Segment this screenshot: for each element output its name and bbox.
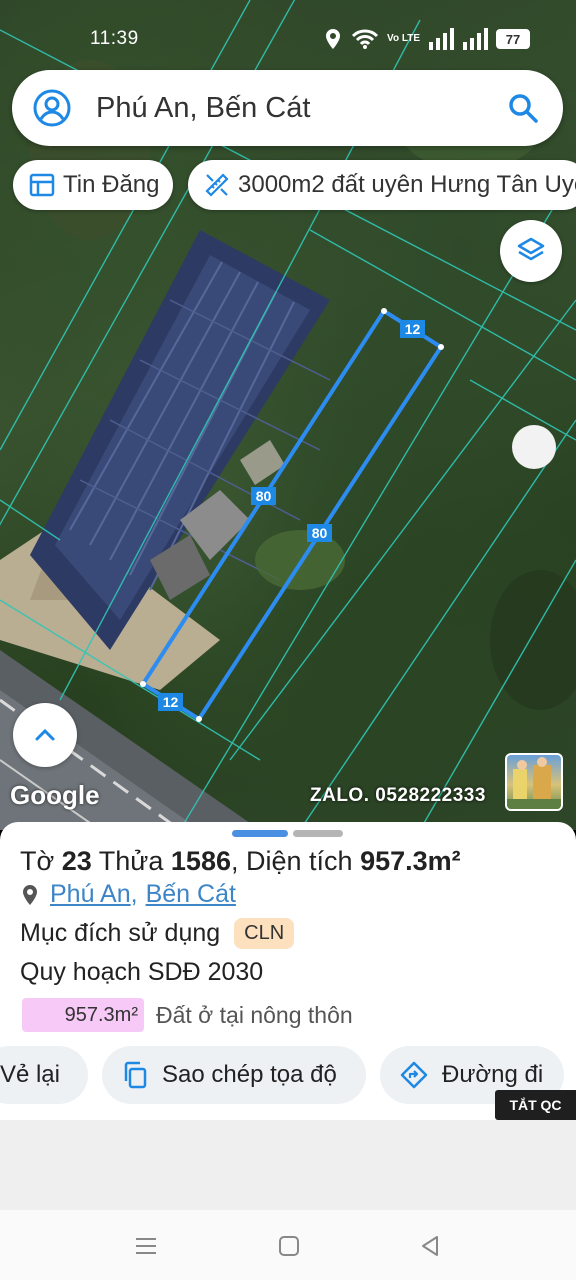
chevron-up-icon	[35, 728, 55, 741]
sheet-handle[interactable]	[293, 830, 343, 837]
edge-label-top: 12	[400, 320, 425, 338]
redraw-label: Vẻ lại	[0, 1061, 60, 1088]
ward-link[interactable]: Phú An	[50, 880, 131, 909]
edge-label-left: 80	[251, 487, 276, 505]
copy-coordinates-label: Sao chép tọa độ	[162, 1061, 337, 1088]
search-icon[interactable]	[505, 90, 541, 126]
copy-coordinates-button[interactable]: Sao chép tọa độ	[102, 1046, 366, 1104]
wifi-icon	[351, 29, 379, 49]
chip-listing-title[interactable]: 3000m2 đất uyên Hưng Tân Uyên	[188, 160, 576, 210]
plot-number: 1586	[170, 846, 231, 876]
map-view[interactable]: 12 80 80 12 11:39 Vo LTE 77 Phú An, Bến …	[0, 0, 576, 830]
parcel-title: Tờ 23 Thửa 1586, Diện tích 957.3m²	[20, 846, 461, 877]
thumbnail-image	[507, 757, 561, 809]
layers-button[interactable]	[500, 220, 562, 282]
ad-area	[0, 1120, 576, 1210]
location-icon	[326, 29, 341, 49]
battery-icon: 77	[496, 29, 530, 49]
recent-apps-icon[interactable]	[132, 1232, 160, 1260]
copy-icon	[124, 1061, 147, 1089]
chip-listing-title-label: 3000m2 đất uyên Hưng Tân Uyên	[238, 171, 576, 198]
signal-icon-2	[463, 28, 488, 50]
street-view-thumbnail[interactable]	[505, 753, 563, 811]
account-icon[interactable]	[32, 88, 72, 128]
parcel-location: Phú An, Bến Cát	[20, 880, 236, 909]
chip-listings[interactable]: Tin Đăng	[13, 160, 173, 210]
volte-indicator: Vo LTE	[387, 33, 420, 44]
land-use-purpose: Mục đích sử dụng CLN	[20, 918, 295, 949]
ad-off-button[interactable]: TẮT QC	[495, 1090, 576, 1120]
home-icon[interactable]	[275, 1232, 303, 1260]
plan-description: Đất ở tại nông thôn	[156, 1001, 353, 1028]
parcel-info-sheet: Tờ 23 Thửa 1586, Diện tích 957.3m² Phú A…	[0, 822, 576, 1210]
pin-icon	[23, 884, 37, 905]
sheet-handle-active[interactable]	[232, 830, 288, 837]
status-time: 11:39	[90, 28, 139, 49]
district-link[interactable]: Bến Cát	[146, 880, 236, 909]
chip-listings-label: Tin Đăng	[63, 171, 160, 198]
directions-label: Đường đi	[442, 1061, 544, 1088]
plot-label: Thửa	[98, 846, 164, 876]
opacity-slider-handle[interactable]	[512, 425, 556, 469]
plan-area-tag: 957.3m²	[22, 998, 144, 1032]
back-icon[interactable]	[417, 1232, 445, 1260]
plan-label: Quy hoạch SDĐ 2030	[20, 958, 264, 986]
redraw-button[interactable]: Vẻ lại	[0, 1046, 88, 1104]
expand-up-button[interactable]	[13, 703, 77, 767]
parcel-area: 957.3m²	[360, 846, 461, 876]
edge-label-right: 80	[307, 524, 332, 542]
directions-icon	[400, 1061, 428, 1089]
purpose-code-badge: CLN	[234, 918, 295, 949]
sheet-label: Tờ	[20, 846, 55, 876]
layers-icon	[517, 237, 545, 261]
ruler-icon	[205, 173, 229, 197]
plan-row: 957.3m² Đất ở tại nông thôn	[22, 998, 353, 1032]
search-input[interactable]: Phú An, Bến Cát	[96, 92, 505, 125]
google-logo: Google	[10, 780, 100, 810]
sheet-number: 23	[61, 846, 92, 876]
edge-label-bottom: 12	[158, 693, 183, 711]
search-bar[interactable]: Phú An, Bến Cát	[12, 70, 563, 146]
purpose-label: Mục đích sử dụng	[20, 919, 221, 947]
calendar-table-icon	[29, 173, 55, 197]
system-nav-bar	[0, 1210, 576, 1280]
status-bar: 11:39 Vo LTE 77	[0, 22, 576, 58]
area-label: , Diện tích	[230, 846, 353, 876]
signal-icon	[429, 28, 454, 50]
status-icons: Vo LTE 77	[323, 28, 530, 50]
contact-watermark: ZALO. 0528222333	[310, 785, 486, 806]
